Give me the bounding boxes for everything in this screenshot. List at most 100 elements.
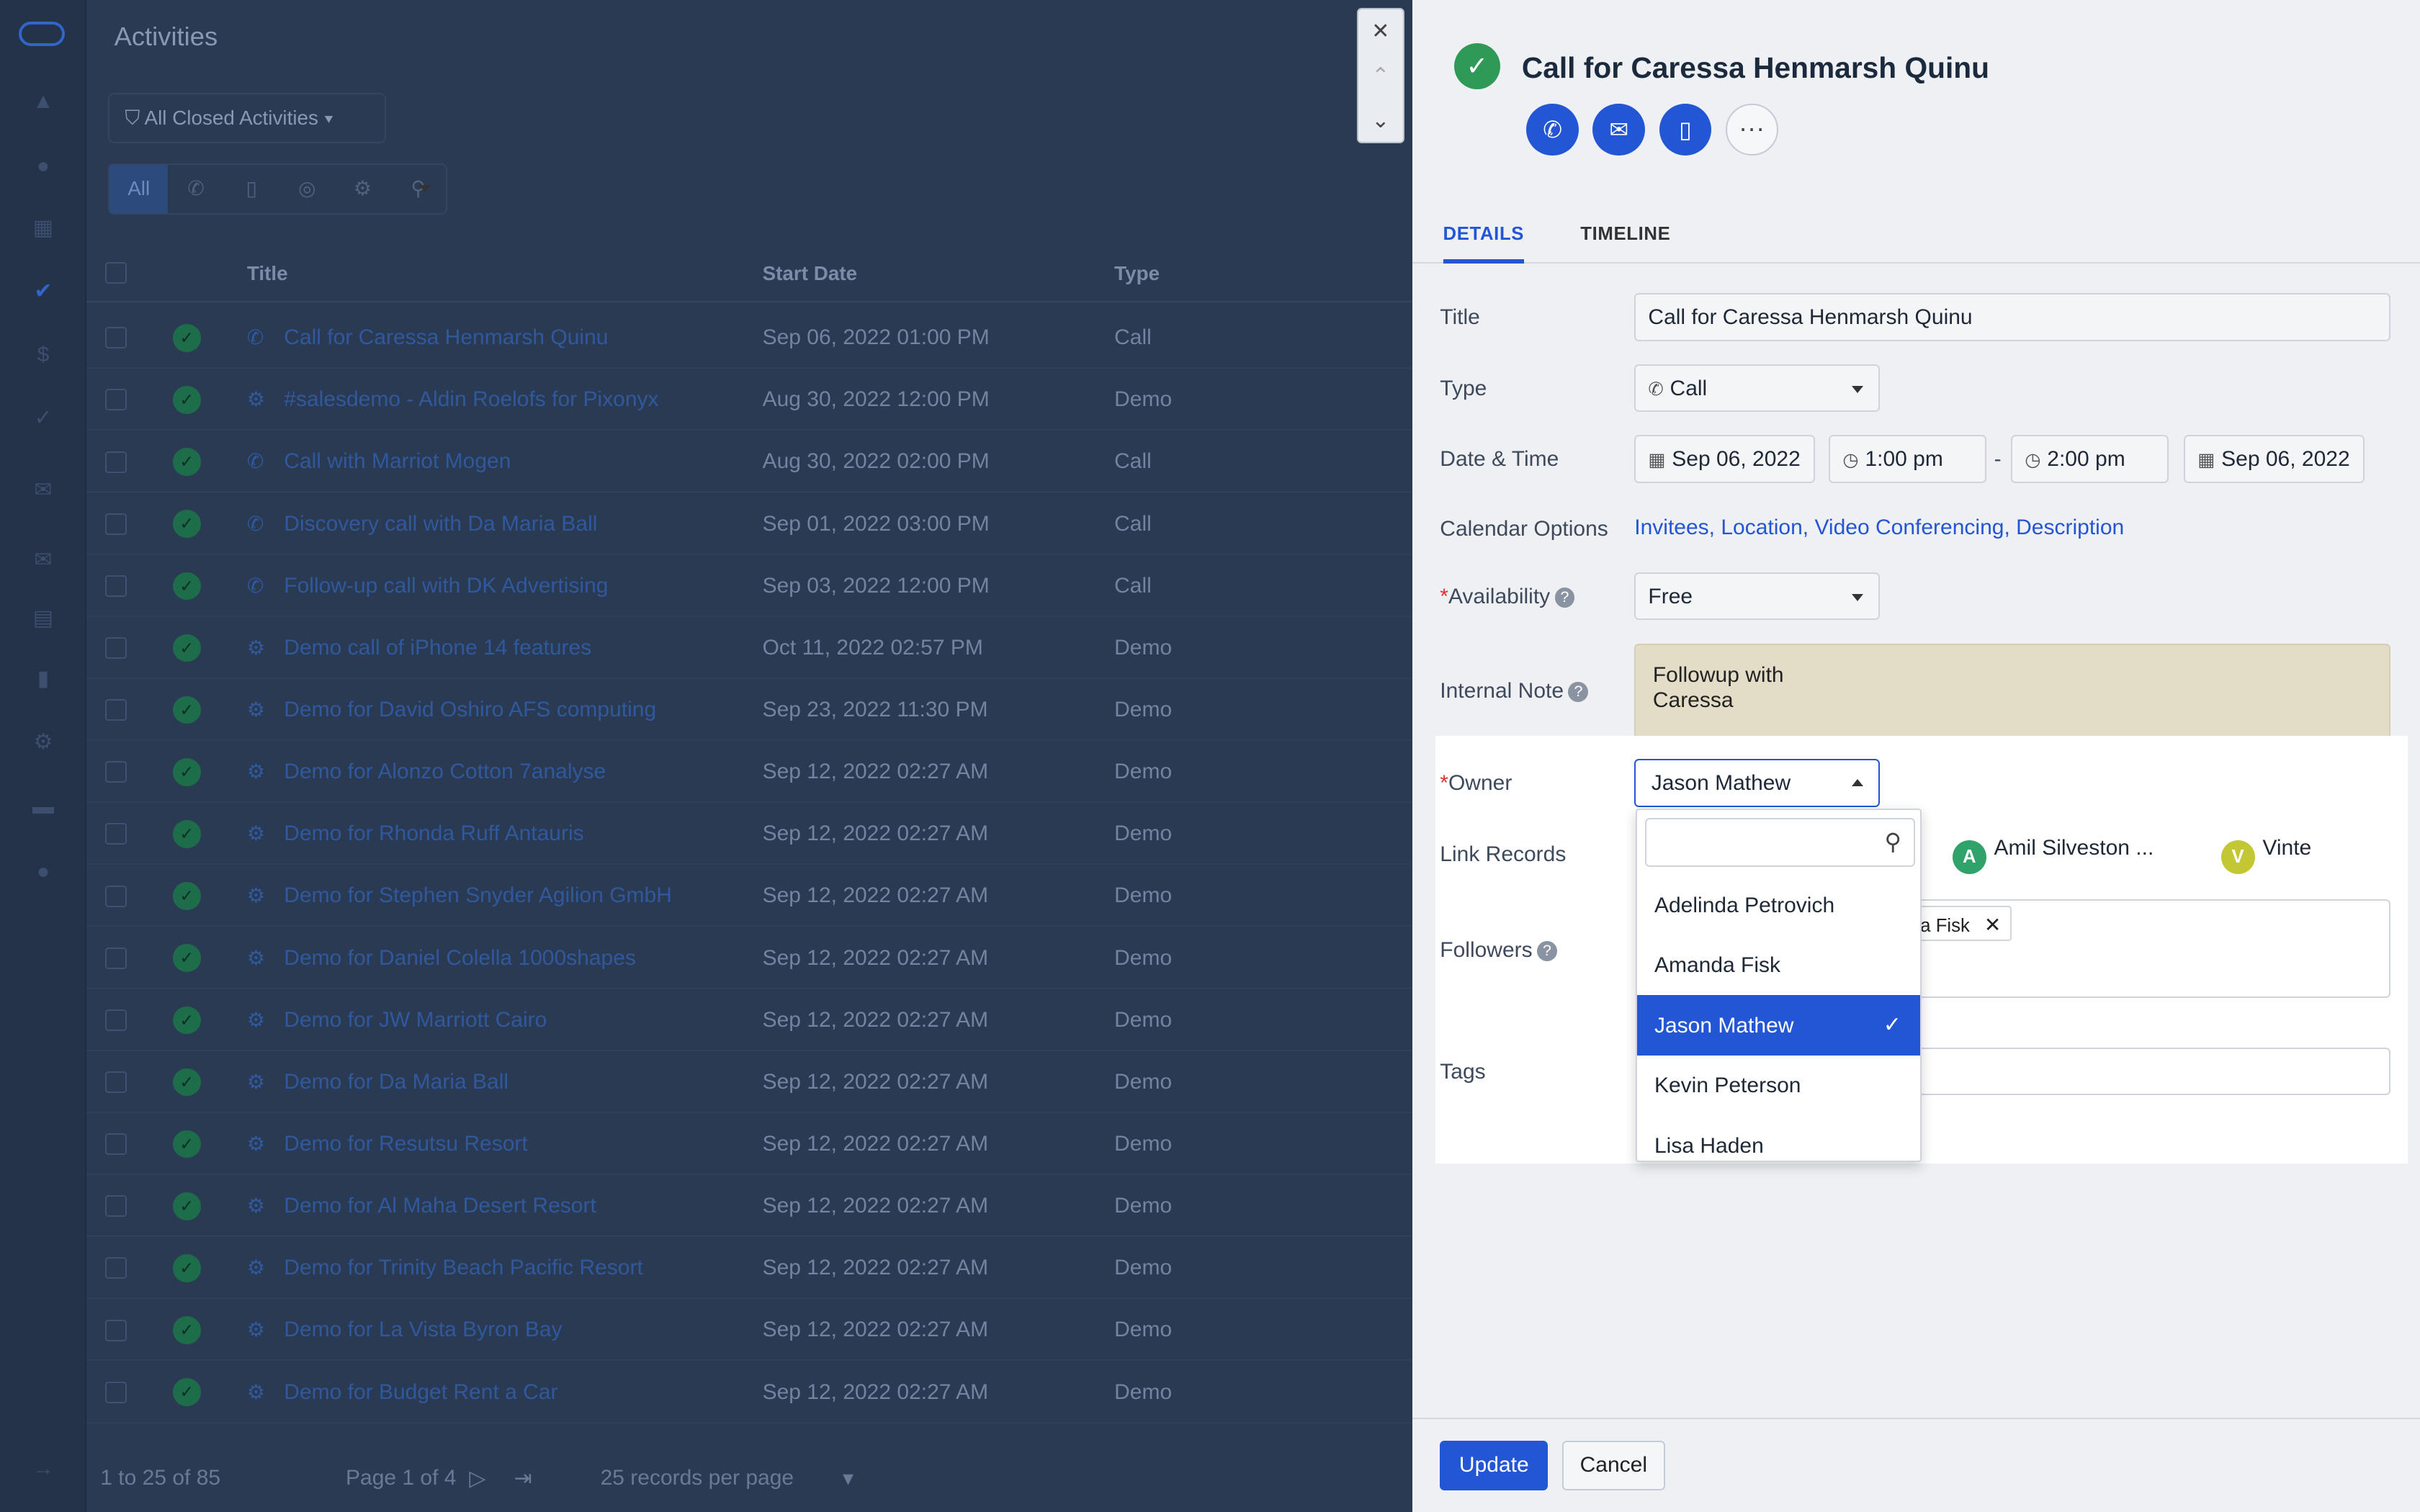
more-actions-button[interactable]: ··· [1725, 103, 1778, 156]
table-row[interactable]: ✓ ⚙ Demo for Stephen Snyder Agilion GmbH Se… [86, 865, 1412, 927]
reports-icon[interactable]: ▮ [31, 667, 55, 691]
row-checkbox[interactable] [104, 636, 127, 659]
row-checkbox[interactable] [104, 1381, 127, 1403]
row-checkbox[interactable] [104, 699, 127, 721]
help-icon[interactable]: ? [1537, 940, 1557, 961]
table-row[interactable]: ✓ ⚙ Demo call of iPhone 14 features Oct 11,… [86, 617, 1412, 679]
row-title-link[interactable]: Demo for David Oshiro AFS computing [284, 698, 656, 722]
row-title-link[interactable]: Demo for Rhonda Ruff Antauris [284, 822, 583, 846]
records-per-page-select[interactable]: 25 records per page [601, 1466, 794, 1490]
column-start-date[interactable]: Start Date [763, 262, 858, 285]
end-date-input[interactable]: ▦ Sep 06, 2022 [2184, 435, 2365, 483]
settings-icon[interactable]: ⚙ [31, 730, 55, 755]
row-checkbox[interactable] [104, 1195, 127, 1218]
table-row[interactable]: ✓ ⚙ Demo for Rhonda Ruff Antauris Sep 12, 2… [86, 804, 1412, 865]
internal-note-textarea[interactable]: Followup with Caressa [1634, 643, 2391, 739]
row-title-link[interactable]: Demo for Trinity Beach Pacific Resort [284, 1256, 643, 1280]
wrench-icon[interactable]: ⚲ [390, 165, 446, 212]
row-title-link[interactable]: Demo for Budget Rent a Car [284, 1380, 557, 1405]
row-title-link[interactable]: Demo call of iPhone 14 features [284, 636, 591, 660]
tags-input[interactable] [1852, 1048, 2391, 1096]
row-checkbox[interactable] [104, 389, 127, 411]
start-date-input[interactable]: ▦ Sep 06, 2022 [1634, 435, 1815, 483]
remove-icon[interactable]: ✕ [1984, 914, 2001, 936]
help-icon[interactable]: ? [1568, 681, 1589, 702]
inbox-icon[interactable]: ✉ [31, 548, 55, 572]
car-icon[interactable]: ▲ [31, 89, 55, 114]
owner-option[interactable]: Lisa Haden [1637, 1115, 1919, 1160]
table-row[interactable]: ✓ ⚙ Demo for Budget Rent a Car Sep 12, 2022… [86, 1362, 1412, 1423]
tab-all[interactable]: All [109, 165, 169, 213]
expand-arrow-icon[interactable]: → [31, 1457, 55, 1481]
demo-icon[interactable]: ⚙ [335, 165, 390, 212]
clipboard-icon[interactable]: ▯ [224, 165, 279, 212]
row-title-link[interactable]: Call for Caressa Henmarsh Quinu [284, 325, 608, 350]
table-row[interactable]: ✓ ⚙ Demo for Al Maha Desert Resort Sep 12, … [86, 1175, 1412, 1238]
row-title-link[interactable]: Demo for JW Marriott Cairo [284, 1008, 547, 1032]
table-row[interactable]: ✓ ⚙ Demo for JW Marriott Cairo Sep 12, 2022… [86, 989, 1412, 1051]
row-checkbox[interactable] [104, 575, 127, 597]
select-all-checkbox[interactable] [104, 262, 127, 284]
next-record-icon[interactable]: ⌄ [1358, 99, 1403, 143]
row-checkbox[interactable] [104, 1133, 127, 1156]
tab-details[interactable]: DETAILS [1443, 224, 1525, 263]
documents-icon[interactable]: ▤ [31, 606, 55, 631]
table-row[interactable]: ✓ ⚙ #salesdemo - Aldin Roelofs for Pixonyx… [86, 369, 1412, 431]
column-type[interactable]: Type [1114, 262, 1160, 285]
description-link[interactable]: Description [2016, 516, 2124, 539]
invitees-link[interactable]: Invitees, [1634, 516, 1715, 539]
owner-option-selected[interactable]: Jason Mathew ✓ [1637, 994, 1920, 1056]
last-page-icon[interactable]: ⇥ [514, 1466, 532, 1491]
row-title-link[interactable]: Demo for Al Maha Desert Resort [284, 1194, 596, 1218]
title-input[interactable]: Call for Caressa Henmarsh Quinu [1634, 293, 2391, 341]
cancel-button[interactable]: Cancel [1561, 1441, 1666, 1490]
table-row[interactable]: ✓ ⚙ Demo for Alonzo Cotton 7analyse Sep 12,… [86, 741, 1412, 804]
linked-record[interactable]: A Amil Silveston ... [1952, 836, 2154, 875]
deals-icon[interactable]: $ [31, 343, 55, 367]
email-action-button[interactable]: ✉ [1592, 103, 1646, 156]
table-row[interactable]: ✓ ⚙ Demo for Da Maria Ball Sep 12, 2022 02:… [86, 1051, 1412, 1113]
row-checkbox[interactable] [104, 823, 127, 845]
location-link[interactable]: Location, [1721, 516, 1809, 539]
row-title-link[interactable]: Discovery call with Da Maria Ball [284, 512, 597, 536]
table-row[interactable]: ✓ ⚙ Demo for Daniel Colella 1000shapes Sep … [86, 927, 1412, 989]
column-title[interactable]: Title [247, 262, 288, 285]
contacts-icon[interactable]: ● [31, 154, 55, 179]
row-checkbox[interactable] [104, 947, 127, 969]
end-time-input[interactable]: ◷ 2:00 pm [2011, 435, 2169, 483]
phone-icon[interactable]: ✆ [168, 165, 223, 212]
update-button[interactable]: Update [1440, 1441, 1549, 1490]
mail-icon[interactable]: ✉ [31, 478, 55, 503]
close-icon[interactable]: ✕ [1358, 9, 1403, 54]
table-row[interactable]: ✓ ⚙ Demo for David Oshiro AFS computing Sep… [86, 679, 1412, 741]
view-filter-dropdown[interactable]: ⛉ All Closed Activities ▾ [108, 92, 386, 144]
availability-select[interactable]: Free [1634, 572, 1880, 621]
activities-icon[interactable]: ✔ [31, 279, 55, 304]
row-title-link[interactable]: Call with Marriot Mogen [284, 449, 511, 474]
row-title-link[interactable]: #salesdemo - Aldin Roelofs for Pixonyx [284, 387, 658, 412]
table-row[interactable]: ✓ ✆ Discovery call with Da Maria Ball Sep 0… [86, 493, 1412, 555]
more-apps-icon[interactable]: ● [31, 860, 55, 884]
row-checkbox[interactable] [104, 451, 127, 473]
row-checkbox[interactable] [104, 327, 127, 349]
row-title-link[interactable]: Demo for Alonzo Cotton 7analyse [284, 760, 606, 784]
chat-icon[interactable]: ▬ [31, 795, 55, 819]
table-row[interactable]: ✓ ✆ Follow-up call with DK Advertising Sep … [86, 555, 1412, 617]
owner-option[interactable]: Amanda Fisk [1637, 935, 1919, 995]
table-row[interactable]: ✓ ✆ Call with Marriot Mogen Aug 30, 2022 02… [86, 431, 1412, 493]
start-time-input[interactable]: ◷ 1:00 pm [1829, 435, 1986, 483]
row-checkbox[interactable] [104, 1257, 127, 1279]
linked-record[interactable]: V Vinte [2220, 836, 2311, 875]
owner-option[interactable]: Kevin Peterson [1637, 1056, 1919, 1116]
row-checkbox[interactable] [104, 1071, 127, 1093]
previous-record-icon[interactable]: ⌃ [1358, 54, 1403, 99]
tab-timeline[interactable]: TIMELINE [1580, 224, 1670, 245]
next-page-icon[interactable]: ▷ [469, 1466, 485, 1491]
call-action-button[interactable]: ✆ [1526, 103, 1579, 156]
table-row[interactable]: ✓ ⚙ Demo for Resutsu Resort Sep 12, 2022 02… [86, 1113, 1412, 1175]
row-checkbox[interactable] [104, 1319, 127, 1341]
owner-select[interactable]: Jason Mathew [1634, 759, 1880, 807]
owner-option[interactable]: Adelinda Petrovich [1637, 875, 1919, 935]
accounts-icon[interactable]: ▦ [31, 216, 55, 240]
table-row[interactable]: ✓ ⚙ Demo for Trinity Beach Pacific Resort S… [86, 1238, 1412, 1300]
